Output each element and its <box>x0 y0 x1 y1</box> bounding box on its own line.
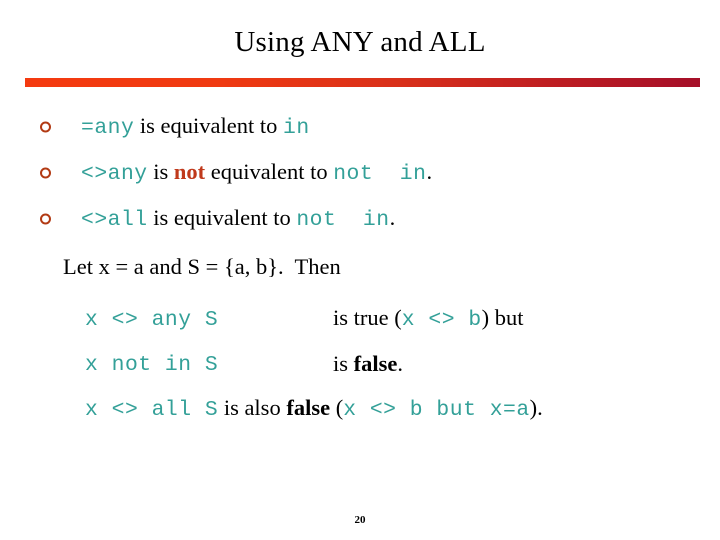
text-run: ) but <box>481 304 524 330</box>
text-run: not <box>173 159 206 184</box>
example-lead-in: Let x = a and S = {a, b}. Then <box>63 254 341 279</box>
example-expression: x not in S <box>85 349 333 379</box>
text-run: x <> b <box>401 307 482 332</box>
list-item: =any is equivalent to in <box>0 104 720 150</box>
bullet-text: =any is equivalent to in <box>81 113 310 141</box>
text-run: =any <box>81 116 135 140</box>
text-run: x <> b but x=a <box>343 397 530 422</box>
text-run: is equivalent to <box>134 113 284 138</box>
text-run: is equivalent to <box>147 205 297 230</box>
text-run: ). <box>529 394 543 420</box>
example-block: Let x = a and S = {a, b}. Then x <> any … <box>0 252 720 431</box>
bullet-text: <>all is equivalent to not in. <box>81 205 395 233</box>
example-result: is true (x <> b) but <box>333 304 524 334</box>
text-run: x not in S <box>85 352 219 377</box>
page-number: 20 <box>354 514 366 526</box>
text-run: is <box>147 159 174 184</box>
slide: Using ANY and ALL =any is equivalent to … <box>0 0 720 540</box>
text-run: false <box>286 394 331 420</box>
title-accent-bar <box>25 78 700 87</box>
open-circle-bullet-icon <box>40 121 51 133</box>
text-run: . <box>426 159 433 184</box>
text-run: . <box>397 350 404 376</box>
text-run: . <box>389 205 396 230</box>
bullet-list: =any is equivalent to in <>any is not eq… <box>0 104 720 242</box>
example-expression: x <> any S <box>85 304 333 334</box>
list-item: <>all is equivalent to not in. <box>0 196 720 242</box>
example-row: x <> all S is also false (x <> b but x=a… <box>85 386 720 431</box>
text-run: is true ( <box>333 304 402 330</box>
bullet-text: <>any is not equivalent to not in. <box>81 159 432 187</box>
page-title: Using ANY and ALL <box>234 26 486 58</box>
text-run: ( <box>330 394 344 420</box>
text-run: is <box>333 350 354 376</box>
open-circle-bullet-icon <box>40 167 51 179</box>
text-run: is also <box>218 394 287 420</box>
text-run: <>all <box>81 208 148 232</box>
example-result: is false. <box>333 350 403 378</box>
text-run: x <> all S <box>85 397 219 422</box>
example-row: x <> any S is true (x <> b) but <box>85 296 720 341</box>
open-circle-bullet-icon <box>40 213 51 225</box>
text-run: <>any <box>81 162 148 186</box>
list-item: <>any is not equivalent to not in. <box>0 150 720 196</box>
example-result: is also false (x <> b but x=a). <box>218 394 543 424</box>
text-run: not in <box>296 208 390 232</box>
text-run: false <box>353 350 398 376</box>
text-run: x <> any S <box>85 307 219 332</box>
text-run: not in <box>333 162 427 186</box>
text-run: in <box>283 116 310 140</box>
example-row: x not in S is false. <box>85 341 720 386</box>
text-run: equivalent to <box>205 159 334 184</box>
example-expression: x <> all S <box>85 394 218 424</box>
